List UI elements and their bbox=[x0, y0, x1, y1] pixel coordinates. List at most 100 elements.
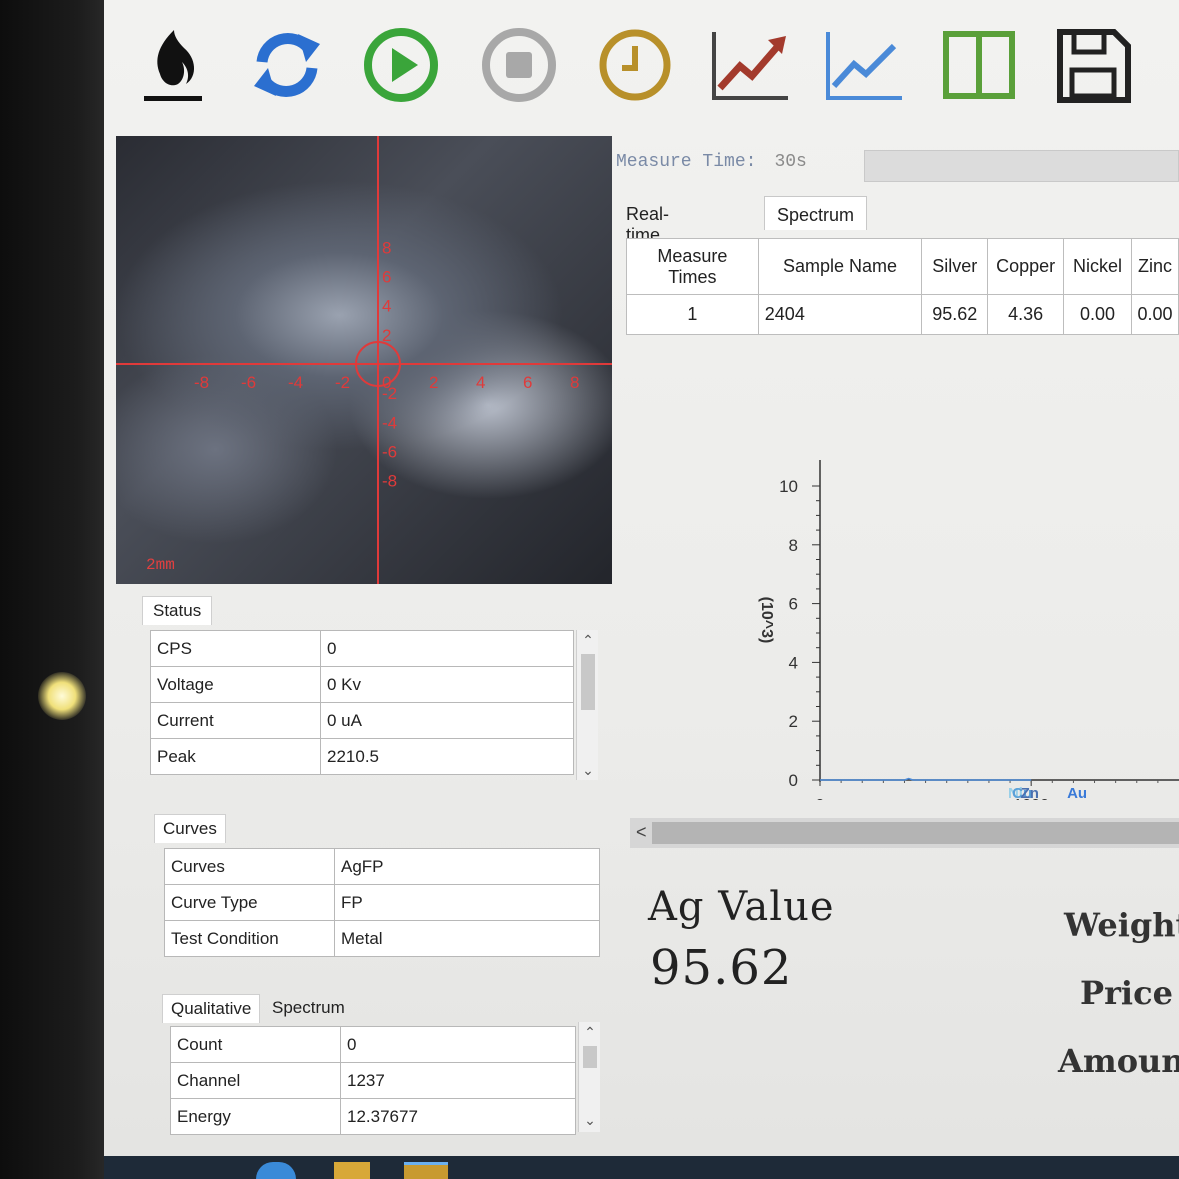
qualitative-key: Count bbox=[170, 1026, 341, 1063]
scroll-down-icon[interactable]: ⌄ bbox=[579, 1112, 601, 1130]
curves-value: FP bbox=[334, 884, 600, 921]
spectrum-chart-svg: 024681001000(10^3)NiCuZnAu bbox=[758, 460, 1179, 814]
status-scrollbar[interactable]: ⌃ ⌄ bbox=[576, 630, 598, 780]
camera-y-tick: 6 bbox=[382, 268, 391, 287]
curves-value: Metal bbox=[334, 920, 600, 957]
cell-copper: 4.36 bbox=[987, 294, 1065, 335]
status-value: 0 bbox=[320, 630, 574, 667]
status-key: Voltage bbox=[150, 666, 321, 703]
trend-button[interactable] bbox=[704, 22, 794, 118]
cell-silver: 95.62 bbox=[921, 294, 989, 335]
table-row[interactable]: CPS 0 bbox=[150, 630, 574, 667]
curves-key: Test Condition bbox=[164, 920, 335, 957]
element-value-label: Ag Value bbox=[648, 884, 835, 930]
table-row[interactable]: Channel 1237 bbox=[170, 1062, 576, 1099]
y-tick-label: 10 bbox=[779, 477, 798, 496]
element-value: 95.62 bbox=[650, 940, 793, 996]
col-sample-name[interactable]: Sample Name bbox=[757, 238, 923, 295]
y-tick-label: 2 bbox=[789, 712, 798, 731]
scroll-left-icon[interactable]: < bbox=[636, 822, 647, 843]
refresh-button[interactable] bbox=[242, 22, 332, 118]
scroll-up-icon[interactable]: ⌃ bbox=[577, 632, 599, 650]
tab-qualitative[interactable]: Qualitative bbox=[162, 994, 261, 1023]
camera-x-tick: 4 bbox=[476, 373, 485, 392]
camera-y-tick: 8 bbox=[382, 238, 391, 257]
y-tick-label: 8 bbox=[789, 536, 798, 555]
scroll-thumb[interactable] bbox=[583, 1046, 597, 1068]
spectrum-chart[interactable]: 024681001000(10^3)NiCuZnAu bbox=[626, 440, 1179, 814]
qualitative-value: 1237 bbox=[340, 1062, 576, 1099]
scroll-thumb[interactable] bbox=[581, 654, 595, 710]
qualitative-value: 12.37677 bbox=[340, 1098, 576, 1135]
tab-status[interactable]: Status bbox=[142, 596, 213, 625]
result-table: Measure Times Sample Name Silver Copper … bbox=[626, 238, 1179, 335]
timer-button[interactable] bbox=[590, 22, 680, 118]
monitor-bezel bbox=[0, 0, 110, 1179]
table-row[interactable]: Test Condition Metal bbox=[164, 920, 600, 957]
table-row[interactable]: Peak 2210.5 bbox=[150, 738, 574, 775]
flame-button[interactable] bbox=[126, 22, 216, 118]
table-row[interactable]: Current 0 uA bbox=[150, 702, 574, 739]
crosshair-overlay: -8 -6 -4 -2 0 2 4 6 88642-2-4-6-8 bbox=[116, 136, 612, 584]
table-row[interactable]: Voltage 0 Kv bbox=[150, 666, 574, 703]
spectrum-trend-button[interactable] bbox=[818, 22, 908, 118]
table-row[interactable]: Curves AgFP bbox=[164, 848, 600, 885]
taskbar-app-icon[interactable] bbox=[404, 1162, 448, 1179]
tab-spectrum-lower[interactable]: Spectrum bbox=[268, 998, 349, 1018]
curves-value: AgFP bbox=[334, 848, 600, 885]
qualitative-key: Energy bbox=[170, 1098, 341, 1135]
amount-label: Amount bbox=[1058, 1042, 1179, 1080]
col-copper[interactable]: Copper bbox=[987, 238, 1065, 295]
status-key: Current bbox=[150, 702, 321, 739]
col-silver[interactable]: Silver bbox=[921, 238, 989, 295]
start-button[interactable] bbox=[356, 22, 446, 118]
camera-view[interactable]: -8 -6 -4 -2 0 2 4 6 8 8 6 4 2 -2 -4 -6 -8 2mm bbox=[116, 136, 612, 584]
toolbar bbox=[104, 0, 1179, 130]
price-label: Price bbox=[1080, 974, 1173, 1012]
camera-x-tick: -2 bbox=[335, 373, 350, 392]
camera-y-tick: -6 bbox=[382, 442, 397, 461]
measure-time-value: 30s bbox=[774, 152, 807, 172]
save-icon bbox=[1057, 29, 1131, 103]
light-glare bbox=[38, 672, 86, 720]
save-button[interactable] bbox=[1048, 22, 1138, 118]
element-marker-au: Au bbox=[1067, 785, 1087, 800]
qualitative-scrollbar[interactable]: ⌃ ⌄ bbox=[578, 1022, 600, 1132]
measure-time: Measure Time: 30s bbox=[616, 152, 807, 172]
curves-table: Curves AgFP Curve Type FP Test Condition Meta… bbox=[164, 848, 600, 957]
stop-button[interactable] bbox=[474, 22, 564, 118]
chart-horizontal-scrollbar[interactable]: < bbox=[630, 818, 1179, 848]
stop-icon bbox=[482, 28, 556, 102]
clock-icon bbox=[599, 29, 671, 101]
status-value: 0 uA bbox=[320, 702, 574, 739]
scroll-down-icon[interactable]: ⌄ bbox=[577, 762, 599, 780]
camera-y-tick: -8 bbox=[382, 472, 397, 491]
line-chart-icon bbox=[712, 32, 788, 100]
table-row[interactable]: Count 0 bbox=[170, 1026, 576, 1063]
cell-nickel: 0.00 bbox=[1063, 294, 1133, 335]
flame-icon bbox=[144, 30, 202, 101]
line-chart-blue-icon bbox=[826, 32, 902, 100]
col-measure-times[interactable]: Measure Times bbox=[626, 238, 759, 295]
col-nickel[interactable]: Nickel bbox=[1063, 238, 1133, 295]
split-view-button[interactable] bbox=[934, 22, 1024, 118]
app-window: -8 -6 -4 -2 0 2 4 6 8 8 6 4 2 -2 -4 -6 -8 2mm Status CPS… bbox=[104, 0, 1179, 1160]
qualitative-table: Count 0 Channel 1237 Energy 12.37677 bbox=[170, 1026, 576, 1135]
col-zinc[interactable]: Zinc bbox=[1131, 238, 1179, 295]
table-row[interactable]: 1 2404 95.62 4.36 0.00 0.00 bbox=[626, 294, 1179, 335]
tab-curves[interactable]: Curves bbox=[154, 814, 226, 843]
element-marker-zn: Zn bbox=[1021, 785, 1039, 800]
taskbar-browser-icon[interactable] bbox=[256, 1162, 296, 1179]
qualitative-key: Channel bbox=[170, 1062, 341, 1099]
scroll-up-icon[interactable]: ⌃ bbox=[579, 1024, 601, 1042]
taskbar-folder-icon[interactable] bbox=[334, 1162, 370, 1179]
table-row[interactable]: Curve Type FP bbox=[164, 884, 600, 921]
scroll-thumb[interactable] bbox=[652, 822, 1179, 844]
y-tick-label: 4 bbox=[789, 653, 798, 672]
spectrum-line bbox=[820, 777, 1032, 781]
curves-key: Curve Type bbox=[164, 884, 335, 921]
table-row[interactable]: Energy 12.37677 bbox=[170, 1098, 576, 1135]
y-axis-label: (10^3) bbox=[758, 597, 775, 644]
tab-spectrum[interactable]: Spectrum bbox=[764, 196, 868, 230]
tab-realtime-result[interactable]: Real-time Result bbox=[614, 196, 689, 266]
